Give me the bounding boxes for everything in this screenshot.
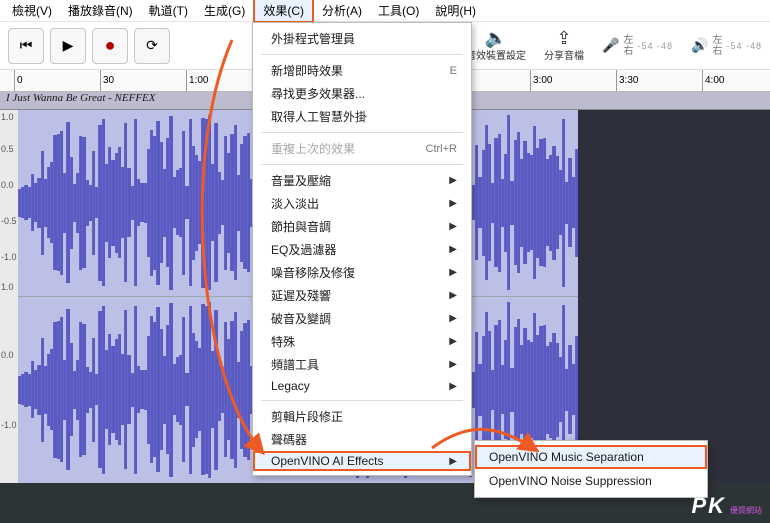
speaker-icon: 🔈	[485, 29, 507, 47]
ruler-tick: 1:00	[186, 70, 208, 91]
loop-button[interactable]: ⟳	[134, 28, 170, 64]
meter-ticks-2: -54 -48	[726, 41, 762, 51]
menu-tools[interactable]: 工具(O)	[370, 0, 427, 21]
chevron-right-icon: ▶	[449, 313, 457, 324]
effects-dropdown: 外掛程式管理員新增即時效果E尋找更多效果器...取得人工智慧外掛重複上次的效果C…	[252, 22, 472, 476]
menu-play[interactable]: 播放錄音(N)	[60, 0, 141, 21]
chevron-right-icon: ▶	[449, 381, 457, 392]
menu-generate[interactable]: 生成(G)	[196, 0, 253, 21]
menu-item[interactable]: Legacy▶	[253, 376, 471, 396]
openvino-submenu: OpenVINO Music SeparationOpenVINO Noise …	[474, 440, 708, 498]
lr-label-2: 左 右	[712, 35, 722, 57]
chevron-right-icon: ▶	[449, 244, 457, 255]
menu-item[interactable]: 節拍與音調▶	[253, 215, 471, 238]
menu-item[interactable]: 破音及變調▶	[253, 307, 471, 330]
ruler-tick: 0	[14, 70, 23, 91]
menu-item[interactable]: 音量及壓縮▶	[253, 169, 471, 192]
menu-item[interactable]: 噪音移除及修復▶	[253, 261, 471, 284]
chevron-right-icon: ▶	[449, 290, 457, 301]
ruler-tick: 3:00	[530, 70, 552, 91]
chevron-right-icon: ▶	[449, 175, 457, 186]
ruler-tick: 30	[100, 70, 114, 91]
skip-start-button[interactable]: ⏮	[8, 28, 44, 64]
menu-item[interactable]: 外掛程式管理員	[253, 27, 471, 50]
menu-item[interactable]: 新增即時效果E	[253, 59, 471, 82]
watermark-logo: PK優質網站	[691, 493, 762, 519]
menu-item[interactable]: 取得人工智慧外掛	[253, 105, 471, 128]
menu-item[interactable]: 特殊▶	[253, 330, 471, 353]
audacity-window: 檢視(V) 播放錄音(N) 軌道(T) 生成(G) 效果(C) 分析(A) 工具…	[0, 0, 770, 523]
chevron-right-icon: ▶	[449, 198, 457, 209]
share-audio-label: 分享音檔	[544, 47, 584, 62]
transport-controls: ⏮ ▶ ● ⟳	[8, 28, 170, 64]
lr-label-1: 左 右	[624, 35, 634, 57]
audio-setup-label: 音效裝置設定	[466, 47, 526, 62]
menu-item[interactable]: 尋找更多效果器...	[253, 82, 471, 105]
speaker-meter-icon: 🔊	[691, 37, 708, 54]
chevron-right-icon: ▶	[449, 267, 457, 278]
menu-tracks[interactable]: 軌道(T)	[141, 0, 196, 21]
toolbar-right: 🔈 音效裝置設定 ⇪ 分享音檔 🎤 左 右 -54 -48 🔊 左 右 -54 …	[466, 29, 762, 62]
menu-help[interactable]: 說明(H)	[427, 0, 484, 21]
ruler-tick: 3:30	[616, 70, 638, 91]
chevron-right-icon: ▶	[449, 456, 457, 467]
record-button[interactable]: ●	[92, 28, 128, 64]
menu-item[interactable]: 延遲及殘響▶	[253, 284, 471, 307]
chevron-right-icon: ▶	[449, 221, 457, 232]
empty-track-space	[578, 110, 770, 483]
mic-icon: 🎤	[602, 37, 619, 54]
menu-item[interactable]: 剪輯片段修正	[253, 405, 471, 428]
menu-view[interactable]: 檢視(V)	[4, 0, 60, 21]
menu-item[interactable]: 淡入淡出▶	[253, 192, 471, 215]
menubar: 檢視(V) 播放錄音(N) 軌道(T) 生成(G) 效果(C) 分析(A) 工具…	[0, 0, 770, 22]
play-button[interactable]: ▶	[50, 28, 86, 64]
chevron-right-icon: ▶	[449, 359, 457, 370]
submenu-item[interactable]: OpenVINO Music Separation	[475, 445, 707, 469]
menu-item[interactable]: 頻譜工具▶	[253, 353, 471, 376]
menu-item: 重複上次的效果Ctrl+R	[253, 137, 471, 160]
menu-item[interactable]: EQ及過濾器▶	[253, 238, 471, 261]
menu-item[interactable]: OpenVINO AI Effects▶	[253, 451, 471, 471]
audio-setup-button[interactable]: 🔈 音效裝置設定	[466, 29, 526, 62]
menu-item[interactable]: 聲碼器	[253, 428, 471, 451]
submenu-item[interactable]: OpenVINO Noise Suppression	[475, 469, 707, 493]
share-audio-button[interactable]: ⇪ 分享音檔	[544, 29, 584, 62]
menu-effects[interactable]: 效果(C)	[253, 0, 314, 23]
chevron-right-icon: ▶	[449, 336, 457, 347]
meter-ticks-1: -54 -48	[638, 41, 674, 51]
share-icon: ⇪	[557, 29, 572, 47]
ruler-tick: 4:00	[702, 70, 724, 91]
menu-analyze[interactable]: 分析(A)	[314, 0, 370, 21]
